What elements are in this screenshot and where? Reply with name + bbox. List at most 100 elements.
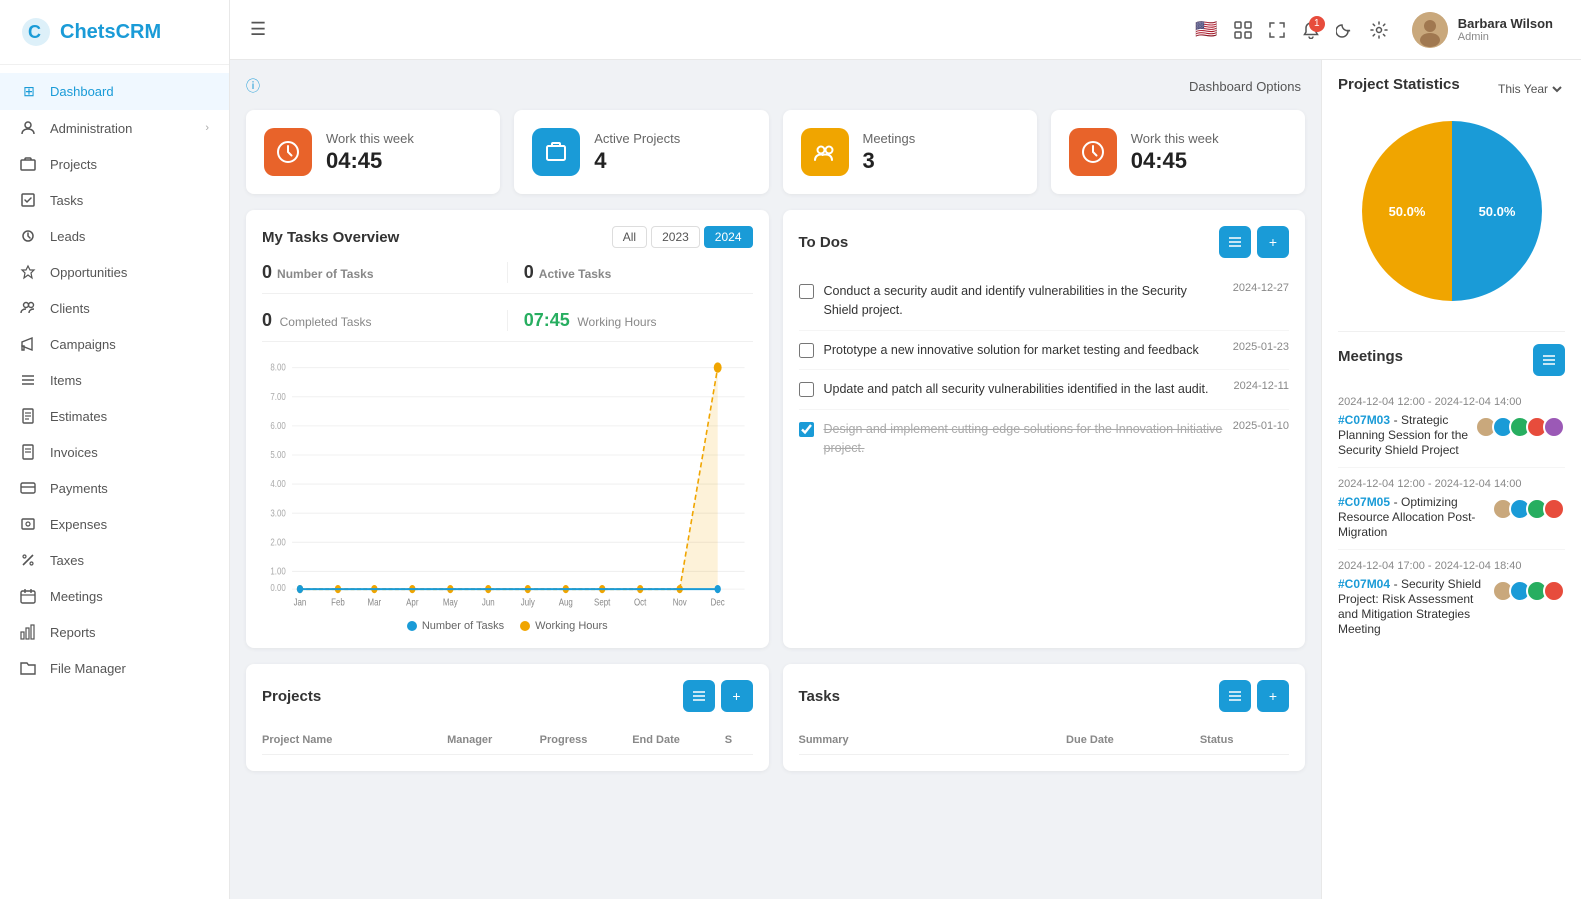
sidebar-item-meetings[interactable]: Meetings [0,578,229,614]
user-profile[interactable]: Barbara Wilson Admin [1404,8,1561,52]
chevron-right-icon: › [205,122,209,134]
file-manager-icon [20,660,38,676]
sidebar-item-expenses[interactable]: Expenses [0,506,229,542]
filter-all[interactable]: All [612,226,647,248]
svg-text:8.00: 8.00 [270,362,285,373]
stat-title-1: Work this week [326,131,414,146]
sidebar-item-projects[interactable]: Projects [0,146,229,182]
period-select[interactable]: This Year Last Year [1494,81,1565,97]
meetings-section: Meetings 2024-12-04 12:00 - 2024-12-04 1… [1338,344,1565,646]
todos-add-btn[interactable]: + [1257,226,1289,258]
taxes-icon [20,552,38,568]
project-stats-title: Project Statistics [1338,76,1460,93]
legend-dot-hours [520,621,530,631]
todo-checkbox-4[interactable] [799,422,814,437]
sidebar-item-payments[interactable]: Payments [0,470,229,506]
sidebar-label-tasks: Tasks [50,193,209,208]
projects-list-btn[interactable] [683,680,715,712]
header: ☰ 🇺🇸 1 [230,0,1581,60]
tasks-add-btn[interactable]: + [1257,680,1289,712]
todo-checkbox-2[interactable] [799,343,814,358]
meeting-avatars-2 [1492,498,1565,520]
notification-badge: 1 [1309,16,1325,32]
sidebar-item-estimates[interactable]: Estimates [0,398,229,434]
svg-text:Jun: Jun [482,597,495,608]
sidebar-label-invoices: Invoices [50,445,209,460]
tasks-icon [20,192,38,208]
todo-date-1: 2024-12-27 [1233,282,1289,294]
language-flag-icon[interactable]: 🇺🇸 [1195,19,1217,40]
legend-tasks: Number of Tasks [407,620,504,632]
todo-item: Prototype a new innovative solution for … [799,331,1290,371]
sidebar-item-file-manager[interactable]: File Manager [0,650,229,686]
sidebar-item-taxes[interactable]: Taxes [0,542,229,578]
meeting-item: 2024-12-04 17:00 - 2024-12-04 18:40 #C07… [1338,550,1565,646]
todo-checkbox-1[interactable] [799,284,814,299]
logo[interactable]: C ChetsCRM [0,0,229,65]
info-icon[interactable]: ⓘ [246,76,260,96]
todo-date-4: 2025-01-10 [1233,420,1289,432]
meetings-icon [20,588,38,604]
todo-checkbox-3[interactable] [799,382,814,397]
grid-icon[interactable] [1234,21,1252,39]
projects-action-btns: + [683,680,753,712]
settings-icon[interactable] [1370,21,1388,39]
tasks-col-summary: Summary [799,734,1067,746]
dashboard-icon: ⊞ [20,83,38,100]
sidebar-item-invoices[interactable]: Invoices [0,434,229,470]
sidebar-item-opportunities[interactable]: Opportunities [0,254,229,290]
sidebar-item-campaigns[interactable]: Campaigns [0,326,229,362]
completed-tasks-label: Completed Tasks [280,315,372,329]
sidebar-item-dashboard[interactable]: ⊞ Dashboard [0,73,229,110]
sidebar-label-taxes: Taxes [50,553,209,568]
meetings-list-btn[interactable] [1533,344,1565,376]
filter-buttons: All 2023 2024 [612,226,753,248]
meeting-time-3: 2024-12-04 17:00 - 2024-12-04 18:40 [1338,560,1565,572]
fullscreen-icon[interactable] [1268,21,1286,39]
tasks-list-btn[interactable] [1219,680,1251,712]
meeting-code-2[interactable]: #C07M05 [1338,495,1390,509]
hamburger-menu-icon[interactable]: ☰ [250,19,266,40]
dashboard-options-bar: ⓘ Dashboard Options [246,76,1305,96]
dark-mode-icon[interactable] [1336,21,1354,39]
task-stats-row: 0 Number of Tasks 0 Active Tasks [262,262,753,294]
stat-card-active-projects: Active Projects 4 [514,110,768,194]
svg-text:Nov: Nov [673,597,687,608]
completed-tasks-value: 0 [262,310,272,330]
projects-add-btn[interactable]: + [721,680,753,712]
todos-list-btn[interactable] [1219,226,1251,258]
meetings-right-title: Meetings [1338,348,1403,365]
chart-legend: Number of Tasks Working Hours [262,620,753,632]
notifications-icon[interactable]: 1 [1302,21,1320,39]
working-hours-label: Working Hours [577,315,656,329]
reports-icon [20,624,38,640]
projects-header: Projects + [262,680,753,712]
stat-info-3: Meetings 3 [863,131,916,174]
task-stat-hours: 07:45 Working Hours [524,310,753,331]
svg-text:Aug: Aug [559,597,573,608]
sidebar-item-items[interactable]: Items [0,362,229,398]
sidebar-item-reports[interactable]: Reports [0,614,229,650]
todos-header: To Dos + [799,226,1290,258]
sidebar-nav: ⊞ Dashboard Administration › Projects [0,65,229,694]
filter-2023[interactable]: 2023 [651,226,700,248]
payments-icon [20,480,38,496]
meeting-code-3[interactable]: #C07M04 [1338,577,1390,591]
svg-text:Jan: Jan [294,597,307,608]
svg-text:Dec: Dec [711,597,725,608]
sidebar-item-tasks[interactable]: Tasks [0,182,229,218]
svg-text:Apr: Apr [406,597,418,608]
legend-tasks-label: Number of Tasks [422,620,504,632]
svg-text:4.00: 4.00 [270,478,285,489]
filter-2024[interactable]: 2024 [704,226,753,248]
meeting-code-1[interactable]: #C07M03 [1338,413,1390,427]
sidebar-item-administration[interactable]: Administration › [0,110,229,146]
meeting-info-3: #C07M04 - Security Shield Project: Risk … [1338,576,1492,636]
sidebar-item-clients[interactable]: Clients [0,290,229,326]
tasks-col-status: Status [1200,734,1289,746]
avatar-3-4 [1543,580,1565,602]
dashboard-options-label[interactable]: Dashboard Options [1189,79,1305,94]
projects-col-enddate: End Date [632,734,725,746]
sidebar-item-leads[interactable]: Leads [0,218,229,254]
legend-hours: Working Hours [520,620,608,632]
